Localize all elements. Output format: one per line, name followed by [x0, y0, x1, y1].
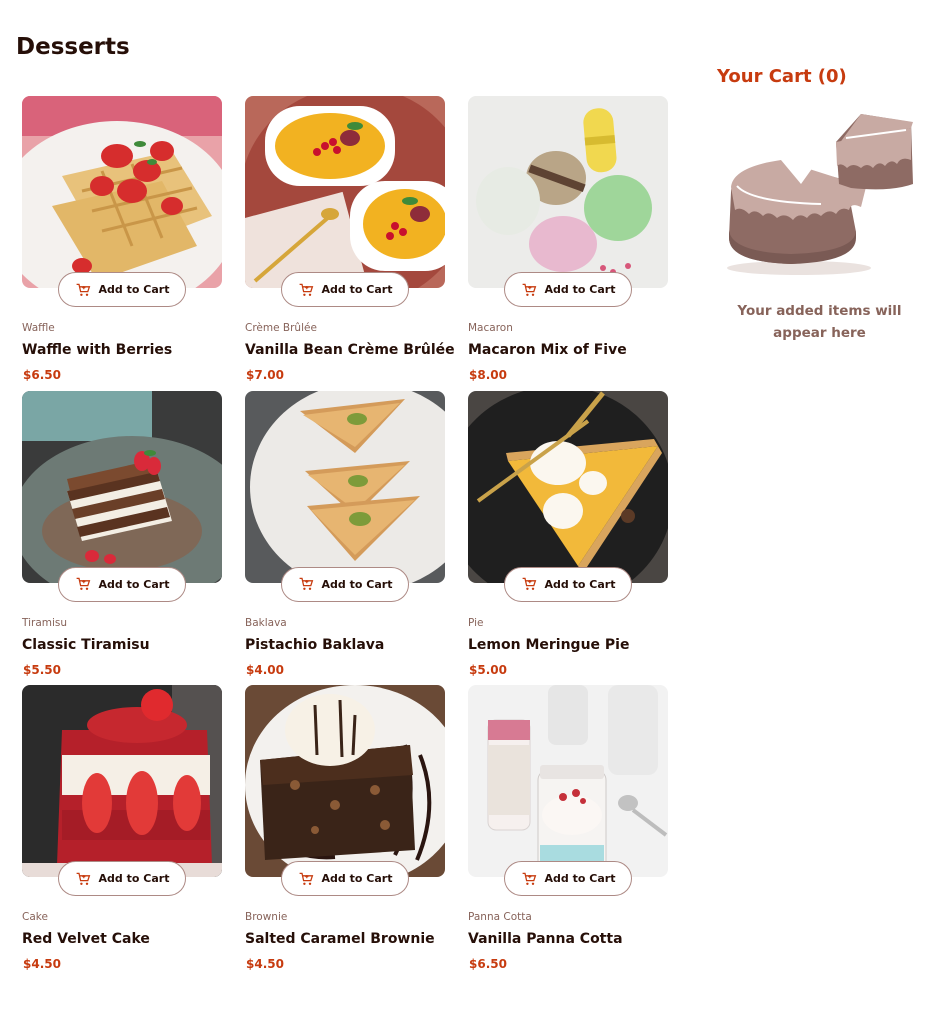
- product-category: Brownie: [245, 911, 288, 923]
- product-card: Add to Cart Panna Cotta Vanilla Panna Co…: [468, 685, 668, 980]
- add-to-cart-button[interactable]: Add to Cart: [281, 566, 409, 602]
- cart-panel: Your Cart (0) Your added items will appe…: [717, 66, 922, 341]
- product-price: $4.50: [246, 957, 284, 971]
- product-name: Pistachio Baklava: [245, 636, 385, 653]
- product-price: $5.50: [23, 662, 61, 677]
- product-price: $7.00: [246, 368, 284, 382]
- add-to-cart-icon: [75, 576, 91, 592]
- product-image-tiramisu: [22, 390, 222, 583]
- add-to-cart-icon: [521, 282, 537, 298]
- add-to-cart-button[interactable]: Add to Cart: [504, 272, 632, 307]
- product-price: $5.00: [469, 662, 507, 677]
- product-price: $4.00: [246, 662, 284, 677]
- add-to-cart-label: Add to Cart: [321, 872, 393, 885]
- add-to-cart-label: Add to Cart: [321, 283, 393, 296]
- product-image-red-velvet-cake: [22, 685, 222, 877]
- product-category: Panna Cotta: [468, 911, 532, 923]
- product-card: Add to Cart Macaron Macaron Mix of Five …: [468, 96, 668, 391]
- product-card: Add to Cart Baklava Pistachio Baklava $4…: [245, 390, 445, 686]
- add-to-cart-icon: [75, 282, 91, 298]
- product-name: Vanilla Bean Crème Brûlée: [245, 342, 455, 358]
- product-price: $6.50: [23, 368, 61, 382]
- add-to-cart-button[interactable]: Add to Cart: [58, 566, 186, 602]
- product-name: Salted Caramel Brownie: [245, 931, 435, 947]
- product-image-waffle: [22, 96, 222, 288]
- add-to-cart-label: Add to Cart: [544, 283, 616, 296]
- add-to-cart-icon: [75, 871, 91, 887]
- add-to-cart-label: Add to Cart: [544, 872, 616, 885]
- page-title: Desserts: [16, 34, 130, 60]
- product-card: Add to Cart Tiramisu Classic Tiramisu $5…: [22, 390, 222, 686]
- add-to-cart-button[interactable]: Add to Cart: [504, 861, 632, 896]
- product-price: $4.50: [23, 957, 61, 971]
- product-card: Add to Cart Waffle Waffle with Berries $…: [22, 96, 222, 391]
- product-grid: Add to Cart Waffle Waffle with Berries $…: [22, 96, 668, 980]
- product-image-brownie: [245, 685, 445, 877]
- add-to-cart-label: Add to Cart: [98, 872, 170, 885]
- product-category: Crème Brûlée: [245, 322, 317, 334]
- empty-cart-cake-illustration: [721, 112, 917, 276]
- cart-title: Your Cart (0): [717, 66, 847, 87]
- add-to-cart-icon: [521, 576, 537, 592]
- product-name: Red Velvet Cake: [22, 931, 150, 947]
- product-name: Macaron Mix of Five: [468, 342, 627, 358]
- product-name: Classic Tiramisu: [22, 636, 150, 653]
- product-category: Waffle: [22, 322, 55, 334]
- add-to-cart-button[interactable]: Add to Cart: [58, 861, 186, 896]
- product-image-lemon-pie: [468, 390, 668, 583]
- product-name: Vanilla Panna Cotta: [468, 931, 623, 947]
- product-name: Waffle with Berries: [22, 342, 173, 358]
- product-image-creme-brulee: [245, 96, 445, 288]
- add-to-cart-icon: [298, 576, 314, 592]
- product-card: Add to Cart Crème Brûlée Vanilla Bean Cr…: [245, 96, 455, 391]
- product-card: Add to Cart Cake Red Velvet Cake $4.50: [22, 685, 222, 980]
- product-category: Pie: [468, 616, 484, 629]
- add-to-cart-button[interactable]: Add to Cart: [281, 272, 409, 307]
- add-to-cart-icon: [521, 871, 537, 887]
- cart-empty-message: Your added items will appear here: [737, 303, 902, 341]
- product-name: Lemon Meringue Pie: [468, 636, 630, 653]
- add-to-cart-label: Add to Cart: [321, 577, 393, 591]
- product-price: $8.00: [469, 368, 507, 382]
- product-image-baklava: [245, 390, 445, 583]
- add-to-cart-button[interactable]: Add to Cart: [58, 272, 186, 307]
- product-category: Cake: [22, 911, 48, 923]
- add-to-cart-icon: [298, 871, 314, 887]
- product-image-macaron: [468, 96, 668, 288]
- add-to-cart-icon: [298, 282, 314, 298]
- product-price: $6.50: [469, 957, 507, 971]
- add-to-cart-label: Add to Cart: [98, 577, 170, 591]
- product-card: Add to Cart Pie Lemon Meringue Pie $5.00: [468, 390, 668, 686]
- product-category: Baklava: [245, 616, 287, 629]
- add-to-cart-button[interactable]: Add to Cart: [504, 566, 632, 602]
- product-category: Tiramisu: [22, 616, 68, 629]
- product-image-panna-cotta: [468, 685, 668, 877]
- product-card: Add to Cart Brownie Salted Caramel Brown…: [245, 685, 445, 980]
- product-category: Macaron: [468, 322, 513, 334]
- add-to-cart-label: Add to Cart: [544, 577, 616, 591]
- add-to-cart-label: Add to Cart: [98, 283, 170, 296]
- add-to-cart-button[interactable]: Add to Cart: [281, 861, 409, 896]
